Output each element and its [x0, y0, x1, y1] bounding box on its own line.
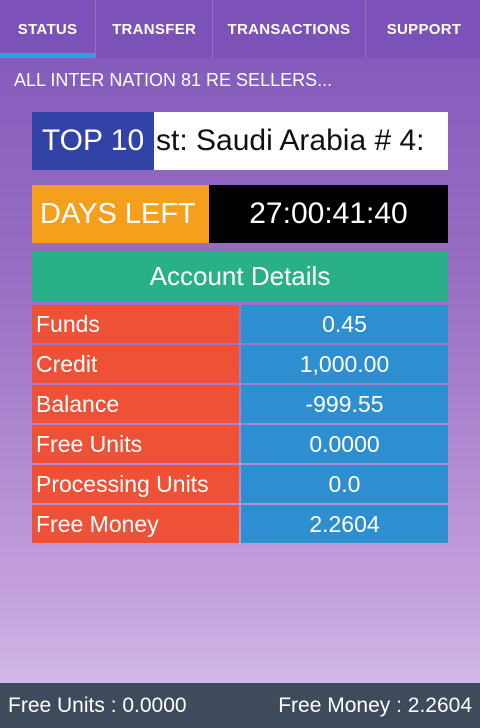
- account-details-header: Account Details: [32, 251, 448, 301]
- account-row-credit: Credit 1,000.00: [32, 345, 448, 383]
- days-left-banner: DAYS LEFT 27:00:41:40: [32, 185, 448, 243]
- row-value: 2.2604: [241, 505, 448, 543]
- row-label: Free Money: [32, 505, 239, 543]
- announcement-marquee: ALL INTER NATION 81 RE SELLERS...: [14, 70, 333, 90]
- row-value: 1,000.00: [241, 345, 448, 383]
- row-label: Processing Units: [32, 465, 239, 503]
- top10-banner: TOP 10 st: Saudi Arabia # 4:: [32, 112, 448, 170]
- tab-bar: STATUS TRANSFER TRANSACTIONS SUPPORT: [0, 0, 480, 58]
- tab-label: SUPPORT: [386, 20, 462, 38]
- tab-label: TRANSFER: [112, 20, 197, 38]
- active-tab-indicator: [0, 53, 96, 58]
- footer-free-money: Free Money : 2.2604: [278, 693, 472, 717]
- tab-label: STATUS: [17, 20, 78, 38]
- tab-transactions[interactable]: TRANSACTIONS: [213, 0, 366, 58]
- row-value: -999.55: [241, 385, 448, 423]
- account-row-funds: Funds 0.45: [32, 305, 448, 343]
- row-label: Funds: [32, 305, 239, 343]
- account-row-free-units: Free Units 0.0000: [32, 425, 448, 463]
- row-label: Credit: [32, 345, 239, 383]
- account-details-table: Funds 0.45 Credit 1,000.00 Balance -999.…: [32, 305, 448, 545]
- tab-status[interactable]: STATUS: [0, 0, 97, 58]
- account-row-balance: Balance -999.55: [32, 385, 448, 423]
- row-value: 0.0000: [241, 425, 448, 463]
- tab-label: TRANSACTIONS: [227, 20, 351, 38]
- days-left-countdown: 27:00:41:40: [209, 185, 448, 243]
- account-row-processing-units: Processing Units 0.0: [32, 465, 448, 503]
- row-label: Balance: [32, 385, 239, 423]
- footer-status-bar: Free Units : 0.0000 Free Money : 2.2604: [0, 683, 480, 728]
- days-left-label: DAYS LEFT: [32, 185, 209, 243]
- top10-scrolling-text: st: Saudi Arabia # 4:: [154, 112, 448, 170]
- account-row-free-money: Free Money 2.2604: [32, 505, 448, 543]
- footer-free-units: Free Units : 0.0000: [8, 693, 187, 717]
- row-value: 0.0: [241, 465, 448, 503]
- row-value: 0.45: [241, 305, 448, 343]
- top10-label: TOP 10: [32, 112, 154, 170]
- tab-transfer[interactable]: TRANSFER: [96, 0, 214, 58]
- row-label: Free Units: [32, 425, 239, 463]
- tab-support[interactable]: SUPPORT: [366, 0, 480, 58]
